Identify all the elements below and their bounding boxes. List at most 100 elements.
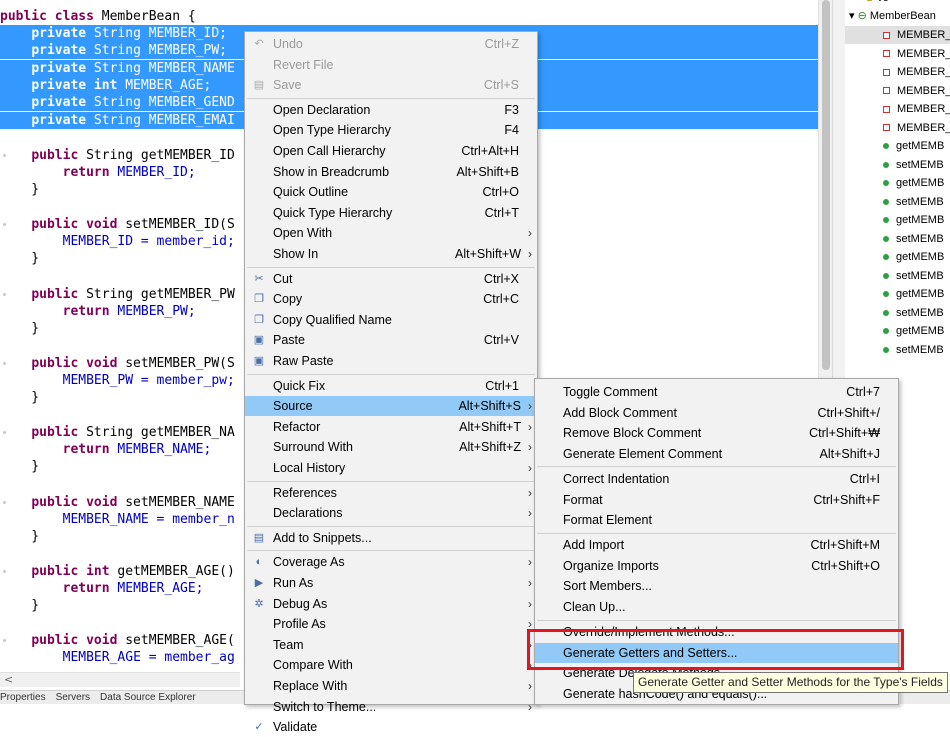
outline-method-item[interactable]: getMEMB — [845, 174, 950, 192]
highlight-annotation-box — [527, 629, 904, 670]
menu-item-open-with[interactable]: Open With › — [245, 223, 537, 243]
scroll-left-arrow-icon[interactable]: < — [4, 673, 13, 686]
outline-item-label: MEMBER_ — [897, 66, 950, 78]
bottom-tab[interactable]: Data Source Explorer — [100, 692, 196, 703]
outline-item-label: setMEMB — [896, 269, 944, 282]
menu-item-save[interactable]: ▤ Save Ctrl+S — [245, 75, 537, 95]
outline-field-item[interactable]: MEMBER_ — [845, 100, 950, 118]
menu-item-show-in-breadcrumb[interactable]: Show in Breadcrumb Alt+Shift+B — [245, 162, 537, 182]
bottom-tab[interactable]: Properties — [0, 692, 46, 703]
menu-item-profile-as[interactable]: Profile As › — [245, 614, 537, 634]
menu-item-add-to-snippets[interactable]: ▤ Add to Snippets... — [245, 528, 537, 548]
menu-item-switch-to-theme[interactable]: Switch to Theme... › — [245, 697, 537, 717]
menu-item-shortcut: F4 — [504, 123, 519, 138]
source-item-add-block-comment[interactable]: Add Block Comment Ctrl+Shift+/ — [535, 403, 898, 423]
outline-method-item[interactable]: getMEMB — [845, 248, 950, 266]
menu-separator — [247, 550, 535, 552]
menu-item-validate[interactable]: ✓ Validate — [245, 717, 537, 737]
menu-item-open-declaration[interactable]: Open Declaration F3 — [245, 100, 537, 120]
editor-horizontal-scrollbar[interactable]: < — [0, 672, 240, 687]
outline-item-label: getMEMB — [896, 251, 945, 263]
submenu-arrow-icon: › — [528, 506, 532, 521]
menu-item-label: Open Declaration — [273, 102, 371, 117]
menu-item-label: Save — [273, 78, 302, 93]
outline-field-item[interactable]: MEMBER_ — [845, 82, 950, 100]
source-item-organize-imports[interactable]: Organize Imports Ctrl+Shift+O — [535, 556, 898, 576]
menu-item-label: Declarations — [273, 506, 343, 521]
menu-item-undo[interactable]: ↶ Undo Ctrl+Z — [245, 34, 537, 54]
outline-method-item[interactable]: getMEMB — [845, 322, 950, 340]
menu-item-coverage-as[interactable]: ◐ Coverage As › — [245, 552, 537, 572]
menu-item-shortcut: Ctrl+7 — [846, 385, 880, 399]
menu-item-local-history[interactable]: Local History › — [245, 458, 537, 478]
menu-item-team[interactable]: Team › — [245, 635, 537, 655]
menu-item-debug-as[interactable]: ✲ Debug As › — [245, 594, 537, 614]
outline-method-item[interactable]: setMEMB — [845, 156, 950, 174]
menu-item-shortcut: Ctrl+Shift+M — [810, 538, 880, 553]
outline-package-node[interactable]: ⊕ vo — [845, 0, 950, 7]
menu-item-copy-qualified-name[interactable]: ❐ Copy Qualified Name — [245, 310, 537, 330]
outline-method-item[interactable]: setMEMB — [845, 304, 950, 322]
menu-item-quick-outline[interactable]: Quick Outline Ctrl+O — [245, 182, 537, 202]
outline-field-item[interactable]: MEMBER_ — [845, 45, 950, 63]
bottom-tab[interactable]: Servers — [56, 692, 90, 703]
menu-item-declarations[interactable]: Declarations › — [245, 503, 537, 523]
outline-item-label: getMEMB — [896, 214, 945, 226]
outline-method-item[interactable]: getMEMB — [845, 285, 950, 303]
outline-method-item[interactable]: getMEMB — [845, 137, 950, 155]
source-item-clean-up[interactable]: Clean Up... — [535, 597, 898, 617]
menu-item-quick-type-hierarchy[interactable]: Quick Type Hierarchy Ctrl+T — [245, 203, 537, 223]
public-method-icon — [883, 328, 889, 335]
menu-item-quick-fix[interactable]: Quick Fix Ctrl+1 — [245, 376, 537, 396]
menu-item-paste[interactable]: ▣ Paste Ctrl+V — [245, 330, 537, 350]
outline-field-item[interactable]: MEMBER_ — [845, 63, 950, 81]
source-item-remove-block-comment[interactable]: Remove Block Comment Ctrl+Shift+₩ — [535, 423, 898, 443]
menu-item-raw-paste[interactable]: ▣ Raw Paste — [245, 351, 537, 371]
submenu-arrow-icon: › — [528, 399, 532, 414]
chevron-down-icon[interactable]: ▾ — [849, 10, 858, 22]
menu-item-copy[interactable]: ❐ Copy Ctrl+C — [245, 289, 537, 309]
menu-item-revert-file[interactable]: Revert File — [245, 55, 537, 75]
menu-item-open-type-hierarchy[interactable]: Open Type Hierarchy F4 — [245, 120, 537, 140]
outline-method-item[interactable]: setMEMB — [845, 267, 950, 285]
scrollbar-thumb[interactable] — [822, 0, 830, 370]
menu-item-run-as[interactable]: ▶ Run As › — [245, 573, 537, 593]
menu-item-references[interactable]: References › — [245, 483, 537, 503]
menu-item-show-in[interactable]: Show In Alt+Shift+W › — [245, 244, 537, 264]
menu-item-label: Open With — [273, 226, 333, 241]
outline-item-label: setMEMB — [896, 343, 944, 356]
outline-class-node[interactable]: ▾ ⊖ MemberBean — [845, 7, 950, 25]
source-item-toggle-comment[interactable]: Toggle Comment Ctrl+7 — [535, 382, 898, 402]
source-item-format[interactable]: Format Ctrl+Shift+F — [535, 490, 898, 510]
source-item-generate-element-comment[interactable]: Generate Element Comment Alt+Shift+J — [535, 444, 898, 464]
bottom-view-tabs: Properties Servers Data Source Explorer — [0, 690, 244, 704]
public-method-icon — [883, 254, 889, 261]
outline-method-item[interactable]: setMEMB — [845, 230, 950, 248]
outline-field-item[interactable]: MEMBER_ — [845, 119, 950, 137]
menu-separator — [247, 480, 535, 482]
public-method-icon — [883, 235, 889, 242]
source-item-correct-indentation[interactable]: Correct Indentation Ctrl+I — [535, 469, 898, 489]
source-item-format-element[interactable]: Format Element — [535, 510, 898, 530]
menu-item-source[interactable]: Source Alt+Shift+S › — [245, 396, 537, 417]
outline-method-item[interactable]: setMEMB — [845, 341, 950, 359]
outline-field-item[interactable]: MEMBER_ — [845, 26, 950, 44]
source-item-add-import[interactable]: Add Import Ctrl+Shift+M — [535, 535, 898, 555]
public-method-icon — [883, 161, 889, 168]
source-item-sort-members[interactable]: Sort Members... — [535, 576, 898, 596]
cut-icon: ✂ — [254, 272, 264, 285]
menu-item-refactor[interactable]: Refactor Alt+Shift+T › — [245, 417, 537, 437]
menu-item-surround-with[interactable]: Surround With Alt+Shift+Z › — [245, 437, 537, 457]
menu-tooltip: Generate Getter and Setter Methods for t… — [633, 672, 948, 693]
class-icon: ⊖ — [857, 10, 870, 22]
menu-item-label: Remove Block Comment — [563, 426, 702, 441]
menu-item-compare-with[interactable]: Compare With › — [245, 655, 537, 675]
menu-item-cut[interactable]: ✂ Cut Ctrl+X — [245, 269, 537, 289]
menu-item-open-call-hierarchy[interactable]: Open Call Hierarchy Ctrl+Alt+H — [245, 141, 537, 161]
submenu-arrow-icon: › — [528, 596, 532, 611]
outline-method-item[interactable]: getMEMB — [845, 211, 950, 229]
outline-item-label: MEMBER_ — [897, 47, 950, 60]
menu-item-label: Replace With — [273, 679, 348, 693]
menu-item-replace-with[interactable]: Replace With › — [245, 676, 537, 696]
outline-method-item[interactable]: setMEMB — [845, 193, 950, 211]
